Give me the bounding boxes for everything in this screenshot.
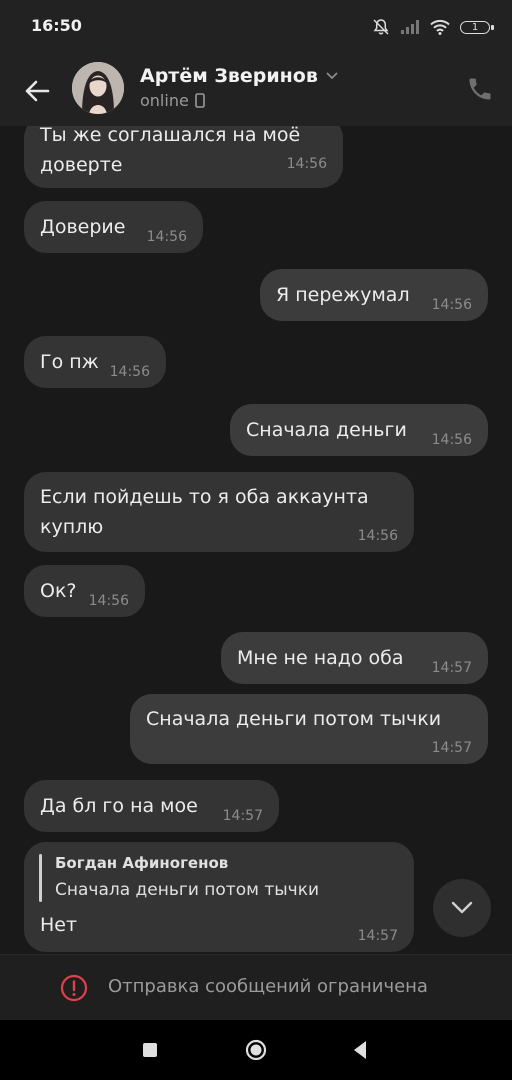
avatar[interactable] [72, 62, 124, 114]
message-bubble[interactable]: Да бл го на мое 14:57 [24, 780, 279, 832]
system-nav-bar [0, 1020, 512, 1080]
recent-apps-button[interactable] [143, 1043, 157, 1057]
bell-muted-icon [373, 19, 389, 35]
mobile-phone-icon [195, 93, 205, 108]
avatar-image [72, 62, 124, 114]
scroll-down-button[interactable] [433, 879, 491, 937]
message-bubble[interactable]: Сначала деньги потом тычки 14:57 [130, 694, 488, 764]
chat-header: Артём Зверинов online [0, 56, 512, 126]
reply-message-bubble[interactable]: Богдан Афиногенов Сначала деньги потом т… [24, 842, 414, 952]
battery-icon: 1 [460, 20, 494, 34]
message-bubble[interactable]: Если пойдешь то я оба аккаунта куплю 14:… [24, 472, 414, 552]
message-text: Ты же соглашался на моё доверте [40, 126, 301, 176]
signal-icon [401, 20, 419, 34]
reply-quote-line [39, 854, 42, 902]
restriction-text: Отправка сообщений ограничена [108, 976, 428, 997]
message-text: Го пж [40, 351, 99, 373]
contact-name[interactable]: Артём Зверинов [140, 65, 338, 87]
message-text: Если пойдешь то я оба аккаунта куплю [40, 486, 369, 538]
message-time: 14:57 [357, 928, 398, 944]
message-bubble[interactable]: Сначала деньги 14:56 [230, 404, 488, 456]
battery-level: 1 [471, 21, 479, 33]
message-time: 14:56 [88, 593, 129, 609]
message-time: 14:57 [431, 740, 472, 756]
message-bubble[interactable]: Доверие 14:56 [24, 201, 203, 253]
message-time: 14:56 [431, 432, 472, 448]
message-bubble[interactable]: Мне не надо оба 14:57 [221, 632, 488, 684]
message-bubble[interactable]: Я пережумал 14:56 [260, 269, 488, 321]
chevron-down-icon [326, 72, 338, 80]
message-time: 14:56 [286, 156, 327, 172]
reply-author: Богдан Афиногенов [55, 854, 229, 872]
message-text: Сначала деньги [246, 419, 407, 441]
message-time: 14:56 [431, 297, 472, 313]
message-restriction-bar: Отправка сообщений ограничена [0, 954, 512, 1020]
status-bar: 16:50 1 [0, 0, 512, 56]
message-time: 14:57 [222, 808, 263, 824]
message-text: Сначала деньги потом тычки [146, 708, 442, 730]
contact-status: online [140, 91, 205, 110]
contact-status-text: online [140, 91, 189, 110]
message-time: 14:56 [109, 364, 150, 380]
reply-text: Сначала деньги потом тычки [55, 880, 320, 900]
home-button[interactable] [245, 1039, 267, 1061]
message-time: 14:56 [357, 528, 398, 544]
wifi-icon [430, 19, 450, 35]
status-icons: 1 [372, 17, 494, 37]
message-text: Да бл го на мое [40, 795, 198, 817]
message-bubble[interactable]: Го пж 14:56 [24, 336, 166, 388]
message-text: Я пережумал [276, 284, 410, 306]
phone-call-icon[interactable] [466, 75, 494, 103]
contact-name-text: Артём Зверинов [140, 65, 318, 87]
back-arrow-icon[interactable] [22, 76, 52, 106]
message-bubble[interactable]: Ок? 14:56 [24, 565, 145, 617]
chevron-down-icon [451, 901, 473, 914]
message-list[interactable]: Ты же соглашался на моё доверте 14:56 До… [0, 126, 512, 954]
message-time: 14:56 [146, 229, 187, 245]
message-time: 14:57 [431, 660, 472, 676]
message-text: Доверие [40, 216, 126, 238]
warning-circle-icon [60, 974, 88, 1002]
message-text: Ок? [40, 580, 77, 602]
message-text: Мне не надо оба [237, 647, 404, 669]
message-text: Нет [40, 914, 78, 936]
status-time: 16:50 [31, 16, 82, 35]
back-triangle-icon[interactable] [352, 1040, 368, 1060]
message-bubble[interactable]: Ты же соглашался на моё доверте 14:56 [24, 126, 343, 188]
